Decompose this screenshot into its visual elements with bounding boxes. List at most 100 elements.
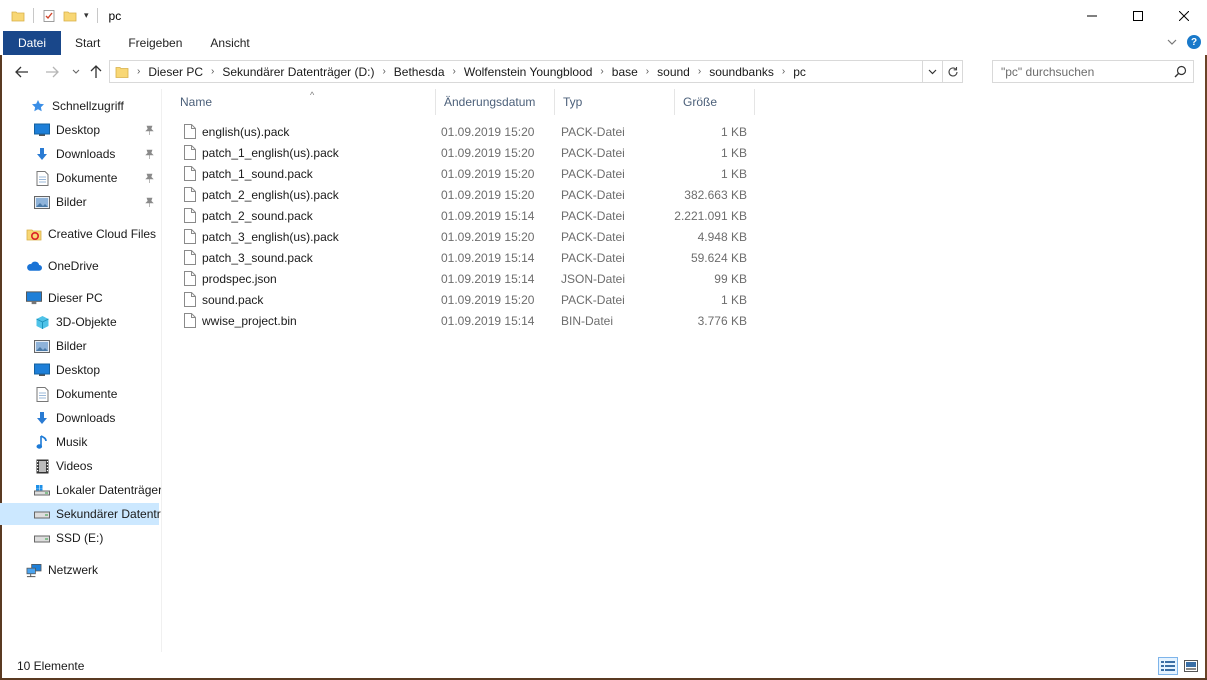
table-row[interactable]: english(us).pack 01.09.2019 15:20 PACK-Dat…: [178, 121, 756, 142]
sidebar-item-downloads[interactable]: Downloads: [34, 407, 161, 429]
tab-ansicht[interactable]: Ansicht: [196, 31, 263, 55]
breadcrumb-chevron-icon[interactable]: ›: [642, 66, 653, 77]
new-folder-icon[interactable]: [62, 8, 78, 24]
column-header-name[interactable]: Name ^: [172, 89, 436, 115]
sidebar-item-3d-objekte[interactable]: 3D-Objekte: [34, 311, 161, 333]
search-input[interactable]: [1001, 64, 1171, 79]
sidebar-item-label: Dieser PC: [48, 291, 103, 305]
tab-start[interactable]: Start: [61, 31, 114, 55]
sidebar-item-schnellzugriff[interactable]: Schnellzugriff: [30, 95, 161, 117]
pictures-icon: [34, 338, 50, 354]
table-row[interactable]: patch_3_sound.pack 01.09.2019 15:14 PACK-D…: [178, 247, 756, 268]
sidebar-item-netzwerk[interactable]: Netzwerk: [26, 559, 161, 581]
ribbon-tabs: Datei Start Freigeben Ansicht ?: [0, 31, 1207, 55]
file-type: PACK-Datei: [561, 145, 625, 160]
sidebar-item-desktop[interactable]: Desktop: [34, 359, 161, 381]
recent-locations-button[interactable]: [66, 61, 86, 83]
sidebar-item-downloads[interactable]: Downloads: [34, 143, 161, 165]
breadcrumb-chevron-icon[interactable]: ›: [596, 66, 607, 77]
search-box[interactable]: [992, 60, 1194, 83]
breadcrumb-item[interactable]: soundbanks: [705, 65, 778, 79]
search-icon[interactable]: [1174, 65, 1187, 81]
sidebar-item-desktop[interactable]: Desktop: [34, 119, 161, 141]
file-icon: [182, 292, 198, 308]
details-view-button[interactable]: [1158, 657, 1178, 675]
breadcrumb-item[interactable]: Bethesda: [390, 65, 449, 79]
table-row[interactable]: patch_1_sound.pack 01.09.2019 15:20 PACK-D…: [178, 163, 756, 184]
properties-icon[interactable]: [41, 8, 57, 24]
sidebar-item-label: OneDrive: [48, 259, 99, 273]
forward-button[interactable]: [42, 61, 62, 83]
sidebar-item-lokaler-datenträger[interactable]: Lokaler Datenträger: [34, 479, 161, 501]
breadcrumb-chevron-icon[interactable]: ›: [778, 66, 789, 77]
close-button[interactable]: [1161, 0, 1207, 31]
breadcrumb-chevron-icon[interactable]: ›: [449, 66, 460, 77]
breadcrumb-item[interactable]: pc: [789, 65, 810, 79]
sidebar-item-creative-cloud-files[interactable]: Creative Cloud Files: [26, 223, 161, 245]
sidebar-item-dieser-pc[interactable]: Dieser PC: [26, 287, 161, 309]
back-button[interactable]: [12, 61, 32, 83]
breadcrumb-chevron-icon[interactable]: ›: [694, 66, 705, 77]
breadcrumb-item[interactable]: Wolfenstein Youngblood: [460, 65, 597, 79]
tab-freigeben[interactable]: Freigeben: [114, 31, 196, 55]
sidebar-item-dokumente[interactable]: Dokumente: [34, 167, 161, 189]
breadcrumb-chevron-icon[interactable]: ›: [207, 66, 218, 77]
sidebar-item-sekundärer-datenträ[interactable]: Sekundärer Datenträ: [0, 503, 161, 525]
pictures-icon: [34, 194, 50, 210]
expand-ribbon-icon[interactable]: [1167, 35, 1177, 49]
sidebar-item-label: Bilder: [56, 195, 87, 209]
column-type-label: Typ: [563, 95, 583, 109]
breadcrumb-chevron-icon[interactable]: ›: [378, 66, 389, 77]
large-icons-view-button[interactable]: [1181, 657, 1201, 675]
desktop-icon: [34, 122, 50, 138]
breadcrumb-chevron-icon[interactable]: ›: [133, 66, 144, 77]
address-history-button[interactable]: [922, 61, 942, 82]
file-date: 01.09.2019 15:14: [441, 313, 535, 328]
sidebar-item-onedrive[interactable]: OneDrive: [26, 255, 161, 277]
title-bar: ▾ pc: [0, 0, 1207, 31]
sidebar-item-bilder[interactable]: Bilder: [34, 191, 161, 213]
refresh-button[interactable]: [942, 61, 962, 82]
sidebar-item-videos[interactable]: Videos: [34, 455, 161, 477]
table-row[interactable]: patch_2_english(us).pack 01.09.2019 15:20…: [178, 184, 756, 205]
customize-toolbar-icon[interactable]: ▾: [84, 10, 89, 21]
sidebar-item-dokumente[interactable]: Dokumente: [34, 383, 161, 405]
minimize-button[interactable]: [1069, 0, 1115, 31]
download-icon: [34, 146, 50, 162]
tab-datei[interactable]: Datei: [3, 31, 61, 55]
file-icon: [182, 271, 198, 287]
file-name-cell: patch_3_sound.pack: [182, 250, 313, 266]
breadcrumb-item[interactable]: Sekundärer Datenträger (D:): [218, 65, 378, 79]
table-row[interactable]: wwise_project.bin 01.09.2019 15:14 BIN-Dat…: [178, 310, 756, 331]
sidebar-item-bilder[interactable]: Bilder: [34, 335, 161, 357]
sidebar-item-label: Bilder: [56, 339, 87, 353]
file-icon: [182, 229, 198, 245]
up-button[interactable]: [86, 61, 106, 83]
column-header-date[interactable]: Änderungsdatum: [436, 89, 555, 115]
table-row[interactable]: patch_2_sound.pack 01.09.2019 15:14 PACK-D…: [178, 205, 756, 226]
address-bar[interactable]: › Dieser PC › Sekundärer Datenträger (D:) › B…: [109, 60, 963, 83]
table-row[interactable]: patch_3_english(us).pack 01.09.2019 15:20…: [178, 226, 756, 247]
column-header-type[interactable]: Typ: [555, 89, 675, 115]
document-icon: [34, 386, 50, 402]
star-icon: [30, 98, 46, 114]
file-name: patch_3_english(us).pack: [202, 229, 339, 244]
system-drive-icon: [34, 482, 50, 498]
column-header-size[interactable]: Größe: [675, 89, 755, 115]
sidebar-item-ssd-e[interactable]: SSD (E:): [34, 527, 161, 549]
breadcrumb-item[interactable]: sound: [653, 65, 694, 79]
maximize-button[interactable]: [1115, 0, 1161, 31]
file-name-cell: patch_1_english(us).pack: [182, 145, 339, 161]
help-icon[interactable]: ?: [1187, 35, 1201, 49]
breadcrumb-item[interactable]: base: [608, 65, 642, 79]
table-row[interactable]: patch_1_english(us).pack 01.09.2019 15:20…: [178, 142, 756, 163]
breadcrumb-item[interactable]: Dieser PC: [144, 65, 207, 79]
table-row[interactable]: sound.pack 01.09.2019 15:20 PACK-Datei 1 KB: [178, 289, 756, 310]
close-icon: [1179, 10, 1189, 21]
column-name-label: Name: [180, 95, 213, 109]
status-bar: 10 Elemente: [0, 652, 1207, 680]
sidebar-item-musik[interactable]: Musik: [34, 431, 161, 453]
breadcrumb: › Dieser PC › Sekundärer Datenträger (D:) › B…: [129, 61, 810, 82]
table-row[interactable]: prodspec.json 01.09.2019 15:14 JSON-Datei 9…: [178, 268, 756, 289]
sidebar-item-label: SSD (E:): [56, 531, 104, 545]
